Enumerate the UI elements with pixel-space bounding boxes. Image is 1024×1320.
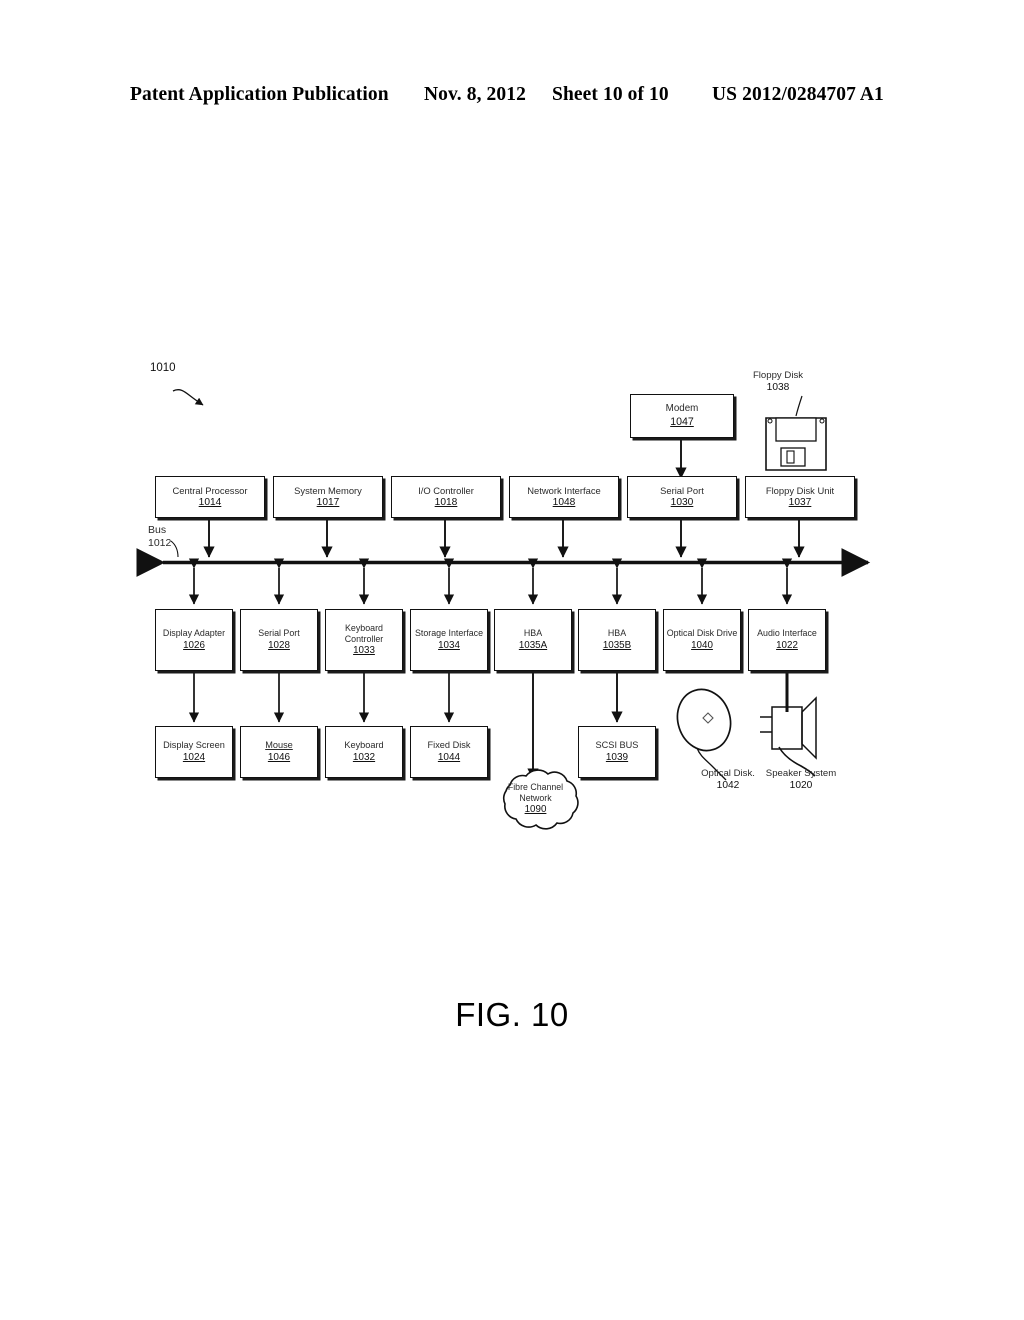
speaker-system-label: Speaker System xyxy=(765,768,837,779)
node-ref: 1044 xyxy=(437,752,461,764)
node-hba-1035a[interactable]: HBA 1035A xyxy=(494,609,572,671)
floppy-disk-caption: Floppy Disk 1038 xyxy=(718,370,838,394)
node-label: Mouse xyxy=(265,740,293,751)
node-label: Fixed Disk xyxy=(427,740,471,751)
floppy-disk-icon xyxy=(765,395,827,471)
node-display-screen[interactable]: Display Screen 1024 xyxy=(155,726,233,778)
node-ref: 1039 xyxy=(605,752,629,764)
node-label: Modem xyxy=(665,403,699,415)
floppy-disk-ref: 1038 xyxy=(766,381,790,393)
fibre-channel-ref: 1090 xyxy=(524,804,547,816)
optical-disk-hole xyxy=(702,712,714,724)
node-keyboard-controller[interactable]: Keyboard Controller 1033 xyxy=(325,609,403,671)
mid-to-bottom-connectors xyxy=(188,662,455,723)
node-ref: 1030 xyxy=(670,497,694,509)
optical-disk-leader xyxy=(676,688,732,781)
node-label: HBA xyxy=(523,628,543,639)
bus-reference-leader xyxy=(170,540,179,558)
node-hba-1035b[interactable]: HBA 1035B xyxy=(578,609,656,671)
node-label: Network Interface xyxy=(527,484,601,496)
fibre-channel-line1: Fibre Channel xyxy=(507,782,564,792)
node-label: Serial Port xyxy=(660,484,704,496)
node-label: Optical Disk Drive xyxy=(666,628,738,639)
node-scsi-bus[interactable]: SCSI BUS 1039 xyxy=(578,726,656,778)
node-ref: 1026 xyxy=(183,639,205,651)
node-ref: 1047 xyxy=(670,416,694,429)
node-ref: 1035A xyxy=(518,639,548,651)
node-ref: 1014 xyxy=(198,497,222,509)
node-ref: 1035B xyxy=(602,639,632,651)
bus-label: Bus xyxy=(148,524,167,536)
speaker-system-ref: 1020 xyxy=(789,779,813,791)
node-modem[interactable]: Modem 1047 xyxy=(630,394,734,438)
figure-caption: FIG. 10 xyxy=(455,996,569,1033)
speaker-system-caption: Speaker System 1020 xyxy=(726,768,876,792)
bus-label-group: Bus 1012 xyxy=(148,524,171,550)
fibre-channel-line2: Network xyxy=(519,792,552,803)
node-ref: 1034 xyxy=(438,639,460,651)
optical-disk-shape xyxy=(676,688,732,752)
node-label: Storage Interface xyxy=(414,628,484,639)
node-storage-interface[interactable]: Storage Interface 1034 xyxy=(410,609,488,671)
fibre-channel-network-caption: Fibre Channel Network 1090 xyxy=(483,782,588,816)
node-serial-port-1030[interactable]: Serial Port 1030 xyxy=(627,476,737,518)
node-label: Serial Port xyxy=(258,628,300,639)
node-fixed-disk[interactable]: Fixed Disk 1044 xyxy=(410,726,488,778)
node-ref: 1037 xyxy=(788,497,812,509)
node-floppy-disk-unit[interactable]: Floppy Disk Unit 1037 xyxy=(745,476,855,518)
node-label: Central Processor xyxy=(172,484,248,496)
node-ref: 1032 xyxy=(352,752,376,764)
floppy-disk-label: Floppy Disk xyxy=(752,370,804,381)
node-ref: 1017 xyxy=(316,497,340,509)
system-reference-label: 1010 xyxy=(150,362,176,374)
node-label: Audio Interface xyxy=(757,628,817,639)
node-ref: 1040 xyxy=(691,639,713,651)
node-ref: 1033 xyxy=(353,645,375,657)
node-network-interface[interactable]: Network Interface 1048 xyxy=(509,476,619,518)
node-label: Floppy Disk Unit xyxy=(765,484,835,496)
node-ref: 1046 xyxy=(267,752,291,764)
node-label: Keyboard Controller xyxy=(344,623,384,644)
node-audio-interface[interactable]: Audio Interface 1022 xyxy=(748,609,826,671)
node-label: System Memory xyxy=(294,484,362,496)
node-label: HBA xyxy=(607,628,627,639)
bus-ref: 1012 xyxy=(148,537,172,550)
node-label: I/O Controller xyxy=(418,484,474,496)
node-ref: 1048 xyxy=(552,497,576,509)
mid-row-bus-connectors xyxy=(188,558,793,605)
node-ref: 1024 xyxy=(182,752,206,764)
node-central-processor[interactable]: Central Processor 1014 xyxy=(155,476,265,518)
node-display-adapter[interactable]: Display Adapter 1026 xyxy=(155,609,233,671)
node-ref: 1028 xyxy=(268,639,290,651)
node-optical-disk-drive[interactable]: Optical Disk Drive 1040 xyxy=(663,609,741,671)
node-io-controller[interactable]: I/O Controller 1018 xyxy=(391,476,501,518)
node-system-memory[interactable]: System Memory 1017 xyxy=(273,476,383,518)
node-label: SCSI BUS xyxy=(595,740,639,751)
node-ref: 1022 xyxy=(776,639,798,651)
node-ref: 1018 xyxy=(434,497,458,509)
node-label: Keyboard xyxy=(344,740,384,751)
node-mouse[interactable]: Mouse 1046 xyxy=(240,726,318,778)
top-row-bus-connectors xyxy=(203,509,805,558)
node-serial-port-1028[interactable]: Serial Port 1028 xyxy=(240,609,318,671)
node-keyboard[interactable]: Keyboard 1032 xyxy=(325,726,403,778)
system-reference-leader xyxy=(172,389,204,406)
node-label: Display Adapter xyxy=(162,628,226,639)
node-label: Display Screen xyxy=(163,740,225,751)
